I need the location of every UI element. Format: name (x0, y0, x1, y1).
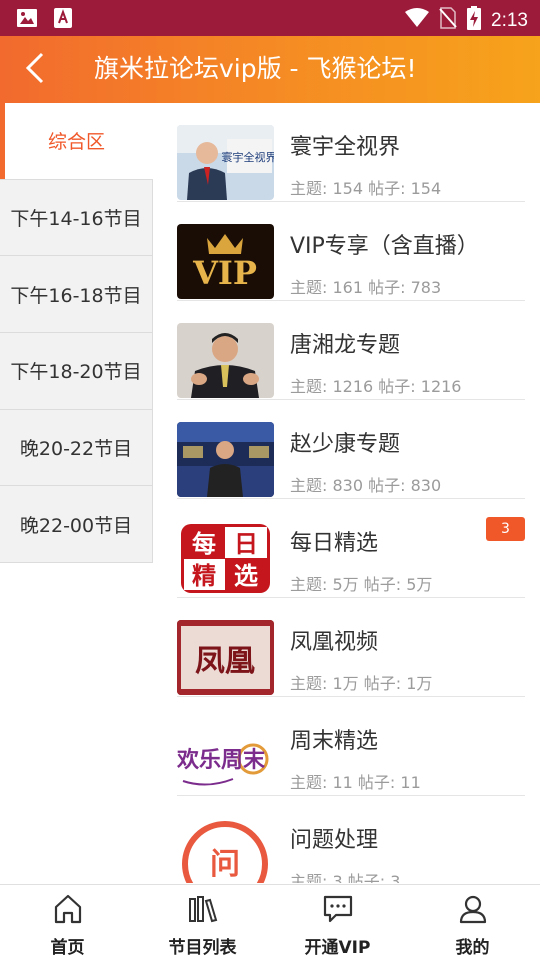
forum-row-tang[interactable]: 唐湘龙专题 主题: 1216 帖子: 1216 (177, 301, 525, 400)
forum-title: 周末精选 (290, 729, 379, 754)
app-bar: 旗米拉论坛vip版 - 飞猴论坛! (0, 36, 540, 103)
app-notification-icon (52, 7, 74, 33)
thumb-caption: 凤凰 (195, 644, 255, 679)
forum-row-meiri[interactable]: 每 日 精 选 每日精选 主题: 5万 帖子: 5万 3 (177, 499, 525, 598)
category-sidebar: 综合区 下午14-16节目 下午16-18节目 下午18-20节目 晚20-22… (0, 103, 153, 564)
forum-title: 寰宇全视界 (290, 135, 401, 160)
forum-thumbnail (177, 323, 274, 398)
forum-thumbnail: VIP (177, 224, 274, 299)
tab-label: 开通VIP (304, 938, 371, 958)
tab-label: 我的 (455, 938, 490, 958)
battery-charging-icon (467, 6, 482, 36)
thumb-caption: 问 (210, 847, 240, 882)
sidebar-item-general[interactable]: 综合区 (0, 103, 153, 180)
forum-list: 寰宇全视界 寰宇全视界 主题: 154 帖子: 154 VIP VIP专享（含直… (177, 103, 525, 883)
forum-title: 赵少康专题 (290, 432, 401, 457)
thumb-caption: VIP (192, 254, 257, 292)
forum-stats: 主题: 830 帖子: 830 (290, 476, 442, 495)
tab-home[interactable]: 首页 (0, 885, 135, 960)
unread-badge: 3 (486, 517, 525, 541)
thumb-caption: 精 (192, 562, 216, 590)
user-icon (457, 893, 489, 929)
forum-thumbnail (177, 422, 274, 497)
forum-title: VIP专享（含直播） (290, 234, 479, 259)
clock-time: 2:13 (491, 10, 528, 31)
sidebar-item-pm-14-16[interactable]: 下午14-16节目 (0, 179, 153, 257)
forum-title: 唐湘龙专题 (290, 333, 401, 358)
books-icon (187, 893, 219, 929)
no-sim-icon (439, 7, 457, 35)
forum-thumbnail: 问 (177, 818, 274, 883)
forum-thumbnail: 寰宇全视界 (177, 125, 274, 200)
forum-stats: 主题: 1万 帖子: 1万 (290, 674, 433, 693)
sidebar-item-night-22-00[interactable]: 晚22-00节目 (0, 486, 153, 564)
forum-row-vip[interactable]: VIP VIP专享（含直播） 主题: 161 帖子: 783 (177, 202, 525, 301)
forum-stats: 主题: 1216 帖子: 1216 (290, 377, 462, 396)
sidebar-item-pm-16-18[interactable]: 下午16-18节目 (0, 256, 153, 334)
chevron-left-icon (25, 52, 45, 88)
status-bar: 2:13 (0, 0, 540, 36)
sidebar-item-night-20-22[interactable]: 晚20-22节目 (0, 409, 153, 487)
forum-stats: 主题: 154 帖子: 154 (290, 179, 442, 198)
forum-row-huanyu[interactable]: 寰宇全视界 寰宇全视界 主题: 154 帖子: 154 (177, 103, 525, 202)
thumb-caption: 选 (234, 562, 258, 590)
tab-label: 节目列表 (168, 938, 237, 958)
forum-thumbnail: 欢乐周末 (177, 719, 274, 794)
tab-program-list[interactable]: 节目列表 (135, 885, 270, 960)
forum-thumbnail: 凤凰 (177, 620, 274, 695)
forum-title: 凤凰视频 (290, 630, 379, 655)
wifi-icon (405, 8, 430, 34)
forum-stats: 主题: 161 帖子: 783 (290, 278, 442, 297)
tab-mine[interactable]: 我的 (405, 885, 540, 960)
chat-icon (322, 893, 354, 929)
thumb-caption: 寰宇全视界 (222, 150, 275, 164)
thumb-caption: 每 (192, 530, 216, 558)
forum-title: 每日精选 (290, 531, 379, 556)
back-button[interactable] (18, 52, 52, 88)
forum-row-fenghuang[interactable]: 凤凰 凤凰视频 主题: 1万 帖子: 1万 (177, 598, 525, 697)
thumb-caption: 欢乐周末 (177, 747, 266, 773)
forum-row-zhoumo[interactable]: 欢乐周末 周末精选 主题: 11 帖子: 11 (177, 697, 525, 796)
forum-row-wenti[interactable]: 问 问题处理 主题: 3 帖子: 3 (177, 796, 525, 883)
forum-title: 问题处理 (290, 828, 379, 853)
thumb-caption: 日 (234, 530, 258, 558)
forum-thumbnail: 每 日 精 选 (177, 521, 274, 596)
forum-stats: 主题: 3 帖子: 3 (290, 872, 401, 883)
forum-row-zhao[interactable]: 赵少康专题 主题: 830 帖子: 830 (177, 400, 525, 499)
tab-label: 首页 (50, 938, 85, 958)
sidebar-item-pm-18-20[interactable]: 下午18-20节目 (0, 333, 153, 410)
forum-stats: 主题: 5万 帖子: 5万 (290, 575, 433, 594)
bottom-tab-bar: 首页 节目列表 开通VIP 我的 (0, 884, 540, 960)
home-icon (52, 893, 84, 929)
page-title: 旗米拉论坛vip版 - 飞猴论坛! (94, 54, 417, 83)
gallery-notification-icon (16, 7, 38, 33)
tab-open-vip[interactable]: 开通VIP (270, 885, 405, 960)
forum-stats: 主题: 11 帖子: 11 (290, 773, 421, 792)
